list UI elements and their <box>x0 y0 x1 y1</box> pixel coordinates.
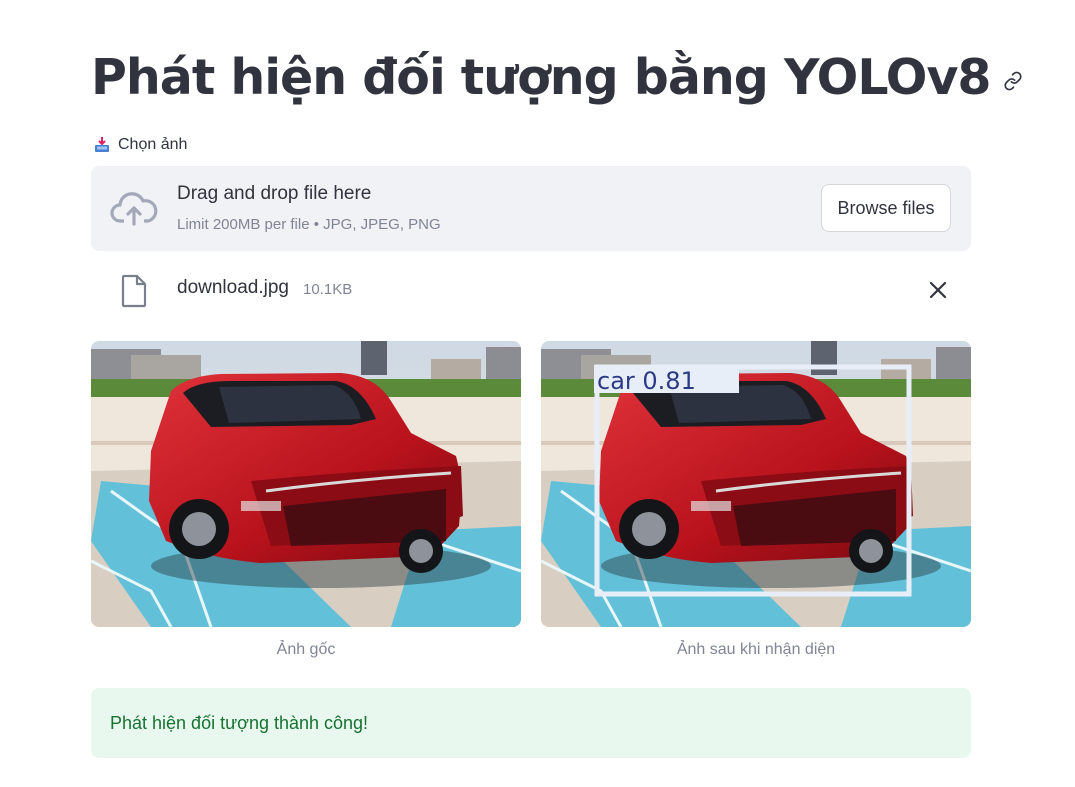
success-alert: Phát hiện đối tượng thành công! <box>91 688 971 758</box>
dropzone-limit: Limit 200MB per file • JPG, JPEG, PNG <box>177 216 441 233</box>
success-message: Phát hiện đối tượng thành công! <box>110 712 369 733</box>
link-icon[interactable] <box>1003 71 1023 91</box>
original-image-render <box>91 341 521 627</box>
page-header: Phát hiện đối tượng bằng YOLOv8 <box>91 46 1023 110</box>
original-image <box>91 341 521 627</box>
uploader-label: Chọn ảnh <box>93 136 187 154</box>
file-size: 10.1KB <box>303 281 353 298</box>
detection-label: car 0.81 <box>597 367 696 395</box>
original-image-caption: Ảnh gốc <box>276 641 336 658</box>
uploader-label-text: Chọn ảnh <box>118 136 188 153</box>
cloud-upload-icon <box>110 192 158 226</box>
detected-image-caption: Ảnh sau khi nhận diện <box>676 641 836 658</box>
dropzone-title: Drag and drop file here <box>177 183 372 204</box>
uploaded-file-row: download.jpg 10.1KB <box>91 266 971 316</box>
close-icon[interactable] <box>927 279 949 301</box>
inbox-tray-icon <box>95 137 109 152</box>
detected-image: car 0.81 <box>541 341 971 627</box>
file-name: download.jpg <box>177 277 289 298</box>
browse-files-button[interactable]: Browse files <box>821 184 951 232</box>
detected-image-render: car 0.81 <box>541 341 971 627</box>
page-title: Phát hiện đối tượng bằng YOLOv8 <box>91 49 991 106</box>
file-icon <box>121 274 147 308</box>
file-dropzone[interactable]: Drag and drop file here Limit 200MB per … <box>91 166 971 251</box>
